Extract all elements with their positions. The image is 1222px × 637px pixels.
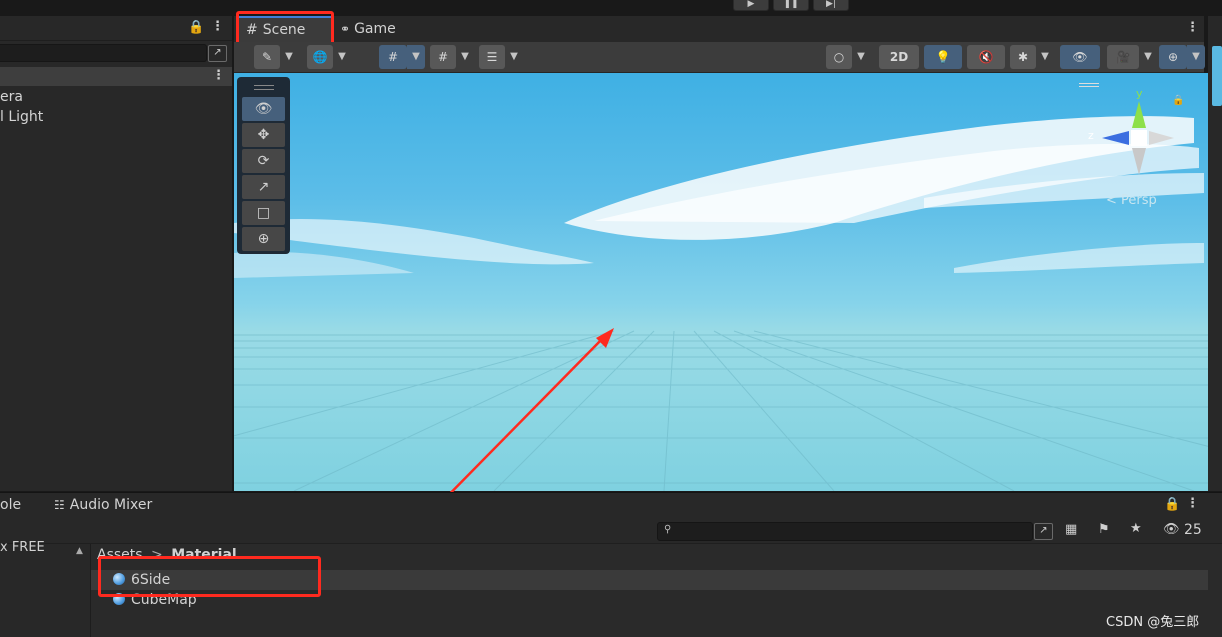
scroll-up-icon[interactable]: ▲ — [76, 546, 83, 556]
filter-by-type-icon[interactable]: ▦ — [1065, 522, 1077, 537]
filter-by-label-icon[interactable]: ⚑ — [1098, 522, 1110, 537]
tab-console[interactable]: ole — [0, 497, 21, 513]
highlight-asset — [98, 556, 321, 597]
tab-audio-mixer[interactable]: ☷ Audio Mixer — [54, 497, 152, 513]
favorites-star-icon[interactable]: ★ — [1130, 521, 1142, 536]
project-tab-row: ole ☷ Audio Mixer 🔒 ⋮ — [0, 493, 1222, 519]
project-search-type-icon[interactable]: ↗ — [1034, 523, 1053, 540]
project-panel: ole ☷ Audio Mixer 🔒 ⋮ ⚲ ↗ ▦ ⚑ ★ 👁 25 x FR… — [0, 492, 1222, 637]
watermark: CSDN @兔三郎 — [1106, 615, 1200, 630]
hidden-packages-count: 25 — [1184, 522, 1202, 538]
project-lock-icon[interactable]: 🔒 — [1164, 497, 1180, 512]
project-more-icon[interactable]: ⋮ — [1186, 496, 1199, 511]
hidden-packages-icon[interactable]: 👁 — [1163, 522, 1180, 537]
mixer-icon: ☷ — [54, 498, 65, 512]
folder-tree-item[interactable]: x FREE — [0, 540, 45, 555]
project-folder-tree: x FREE ▲ — [0, 540, 91, 637]
project-search-input[interactable]: ⚲ — [657, 522, 1033, 541]
search-icon: ⚲ — [664, 524, 672, 535]
